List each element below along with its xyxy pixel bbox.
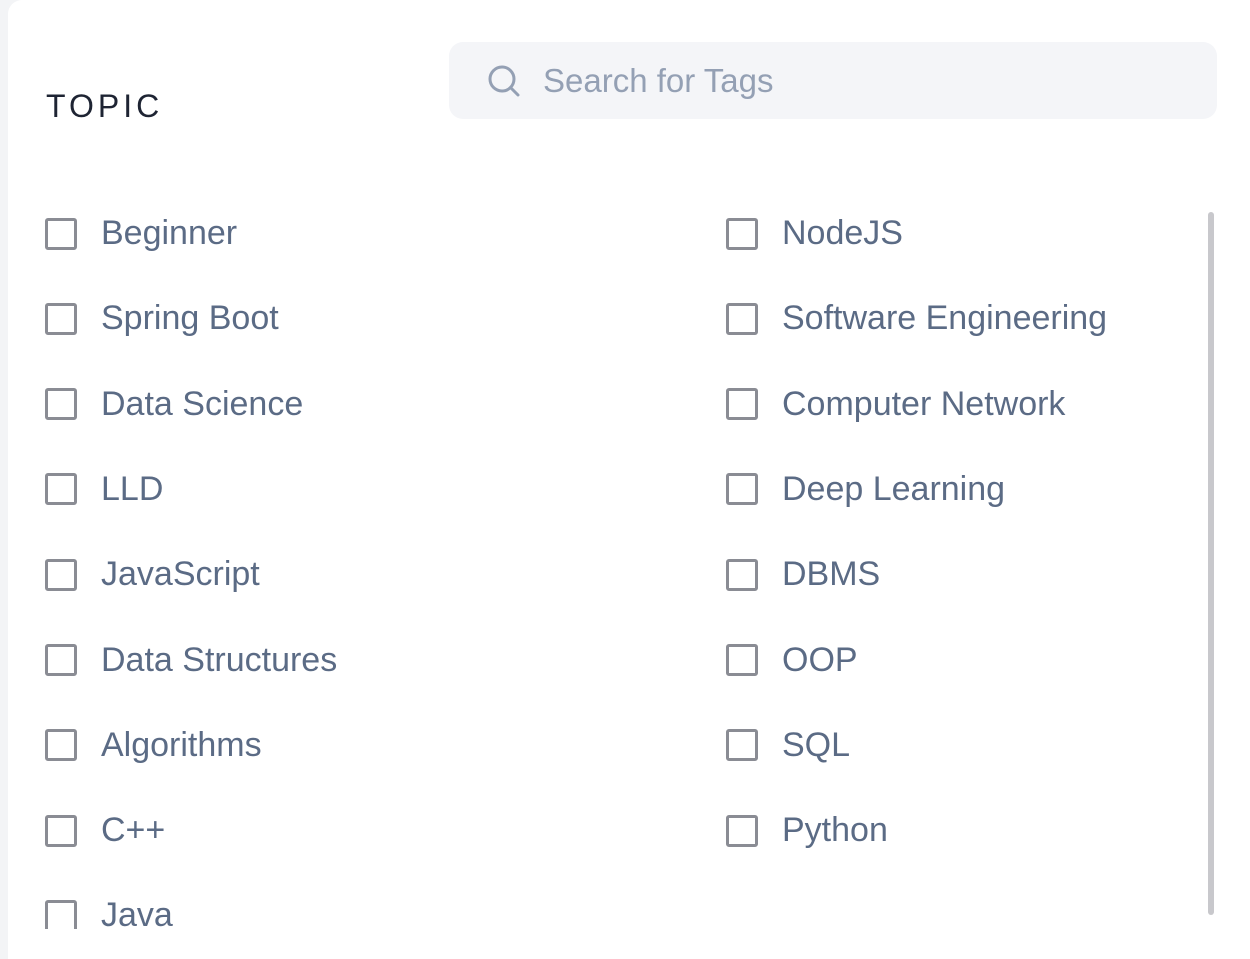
scrollbar[interactable] bbox=[1208, 212, 1214, 915]
checkbox[interactable] bbox=[45, 899, 77, 929]
tag-label: Data Structures bbox=[101, 640, 338, 679]
tag-label: Deep Learning bbox=[782, 469, 1006, 508]
tag-label: Beginner bbox=[101, 214, 238, 252]
tag-list: Beginner Spring Boot Data Science LLD JavaSc… bbox=[8, 191, 1250, 929]
checkbox[interactable] bbox=[45, 388, 77, 421]
section-title: TOPIC bbox=[46, 88, 164, 124]
tag-checkbox-item[interactable]: Spring Boot bbox=[45, 276, 605, 361]
tag-label: NodeJS bbox=[782, 214, 903, 252]
tag-label: Data Science bbox=[101, 384, 304, 423]
checkbox[interactable] bbox=[45, 302, 77, 335]
tag-label: DBMS bbox=[782, 555, 881, 594]
tag-checkbox-item[interactable]: Data Structures bbox=[45, 618, 605, 703]
tag-checkbox-item[interactable]: Java bbox=[45, 873, 605, 929]
tag-checkbox-item[interactable]: Python bbox=[726, 788, 1250, 873]
checkbox[interactable] bbox=[726, 302, 758, 335]
tag-label: JavaScript bbox=[101, 555, 260, 594]
checkbox[interactable] bbox=[45, 644, 77, 676]
tag-label: Spring Boot bbox=[101, 299, 279, 338]
tag-checkbox-item[interactable]: OOP bbox=[726, 618, 1250, 703]
tag-label: LLD bbox=[101, 469, 164, 508]
search-icon bbox=[488, 65, 520, 97]
checkbox[interactable] bbox=[726, 729, 758, 762]
tag-label: C++ bbox=[101, 811, 166, 850]
tag-checkbox-item[interactable]: LLD bbox=[45, 447, 605, 532]
tag-checkbox-item[interactable]: Computer Network bbox=[726, 362, 1250, 447]
tag-label: Computer Network bbox=[782, 384, 1066, 423]
checkbox[interactable] bbox=[726, 814, 758, 847]
tag-label: Algorithms bbox=[101, 725, 262, 764]
tag-checkbox-item[interactable]: SQL bbox=[726, 703, 1250, 788]
checkbox[interactable] bbox=[726, 644, 758, 676]
checkbox[interactable] bbox=[45, 473, 77, 506]
tag-label: Python bbox=[782, 811, 888, 850]
checkbox[interactable] bbox=[726, 558, 758, 591]
tag-checkbox-item[interactable]: Software Engineering bbox=[726, 276, 1250, 361]
checkbox[interactable] bbox=[726, 217, 758, 250]
tag-checkbox-item[interactable]: Data Science bbox=[45, 362, 605, 447]
checkbox[interactable] bbox=[726, 388, 758, 421]
checkbox[interactable] bbox=[45, 558, 77, 591]
checkbox[interactable] bbox=[45, 814, 77, 847]
checkbox[interactable] bbox=[726, 473, 758, 506]
tag-checkbox-item[interactable]: C++ bbox=[45, 788, 605, 873]
tag-label: Java bbox=[101, 896, 173, 929]
tag-checkbox-item[interactable]: Algorithms bbox=[45, 703, 605, 788]
search-box[interactable] bbox=[449, 42, 1217, 119]
tag-filter-panel: TOPIC Beginner Spring Boot Data Science LLD… bbox=[8, 0, 1250, 959]
tag-checkbox-item[interactable]: DBMS bbox=[726, 532, 1250, 617]
tag-checkbox-item[interactable]: Beginner bbox=[45, 191, 605, 276]
search-input[interactable] bbox=[543, 42, 1183, 119]
tag-checkbox-item[interactable]: NodeJS bbox=[726, 191, 1250, 276]
tag-checkbox-item[interactable]: JavaScript bbox=[45, 532, 605, 617]
checkbox[interactable] bbox=[45, 729, 77, 762]
tag-label: SQL bbox=[782, 725, 851, 764]
tag-label: Software Engineering bbox=[782, 299, 1108, 338]
tag-label: OOP bbox=[782, 640, 858, 679]
checkbox[interactable] bbox=[45, 217, 77, 250]
tag-checkbox-item[interactable]: Deep Learning bbox=[726, 447, 1250, 532]
